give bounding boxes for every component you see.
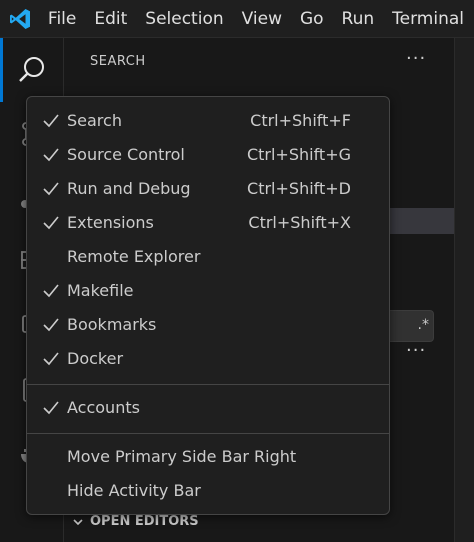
menu-file[interactable]: File: [40, 0, 86, 38]
menu-item-label: Bookmarks: [67, 315, 157, 334]
menu-item-label: Accounts: [67, 398, 140, 417]
vscode-logo-icon: [0, 0, 40, 38]
menu-go[interactable]: Go: [292, 0, 334, 38]
menu-item-label: Search: [67, 111, 122, 130]
menu-item-shortcut: Ctrl+Shift+G: [246, 145, 351, 164]
check-icon: [43, 318, 59, 332]
editor-area: [454, 38, 474, 542]
menu-item-label: Docker: [67, 349, 124, 368]
menu-item-label: Extensions: [67, 213, 154, 232]
menu-item-accounts[interactable]: Accounts: [31, 392, 385, 424]
menu-item-extensions[interactable]: Extensions Ctrl+Shift+X: [31, 207, 385, 239]
check-icon: [43, 284, 59, 298]
menu-item-search[interactable]: Search Ctrl+Shift+F: [31, 105, 385, 137]
activity-search[interactable]: [0, 38, 64, 102]
regex-icon: .*: [417, 317, 429, 333]
menu-item-move-side-bar[interactable]: Move Primary Side Bar Right: [31, 441, 385, 473]
menu-item-run-debug[interactable]: Run and Debug Ctrl+Shift+D: [31, 173, 385, 205]
menu-item-remote-explorer[interactable]: Remote Explorer: [31, 241, 385, 273]
menu-terminal[interactable]: Terminal: [384, 0, 474, 38]
menu-item-label: Run and Debug: [67, 179, 191, 198]
more-actions-icon[interactable]: ···: [406, 340, 426, 361]
menu-selection[interactable]: Selection: [137, 0, 233, 38]
menu-view[interactable]: View: [234, 0, 292, 38]
menu-item-label: Hide Activity Bar: [67, 481, 201, 500]
check-icon: [43, 352, 59, 366]
menu-item-label: Source Control: [67, 145, 185, 164]
title-bar: File Edit Selection View Go Run Terminal: [0, 0, 474, 38]
menu-item-label: Makefile: [67, 281, 134, 300]
menu-edit[interactable]: Edit: [86, 0, 137, 38]
check-icon: [43, 216, 59, 230]
menu-item-label: Move Primary Side Bar Right: [67, 447, 297, 466]
menu-item-source-control[interactable]: Source Control Ctrl+Shift+G: [31, 139, 385, 171]
menu-separator: [27, 384, 389, 385]
menu-item-label: Remote Explorer: [67, 247, 201, 266]
check-icon: [43, 114, 59, 128]
menu-item-makefile[interactable]: Makefile: [31, 275, 385, 307]
sidebar-title: SEARCH: [90, 54, 146, 69]
menu-item-bookmarks[interactable]: Bookmarks: [31, 309, 385, 341]
more-actions-icon[interactable]: ···: [406, 48, 426, 69]
menu-item-shortcut: Ctrl+Shift+D: [247, 179, 351, 198]
check-icon: [43, 401, 59, 415]
menu-bar: File Edit Selection View Go Run Terminal: [40, 0, 474, 38]
menu-item-docker[interactable]: Docker: [31, 343, 385, 375]
menu-item-shortcut: Ctrl+Shift+X: [248, 213, 351, 232]
search-icon: [19, 57, 44, 82]
open-editors-label: OPEN EDITORS: [90, 514, 199, 529]
menu-item-hide-activity-bar[interactable]: Hide Activity Bar: [31, 475, 385, 507]
menu-separator: [27, 433, 389, 434]
chevron-down-icon: [73, 518, 83, 525]
check-icon: [43, 182, 59, 196]
activity-bar-context-menu: Search Ctrl+Shift+F Source Control Ctrl+…: [26, 96, 390, 515]
open-editors-header[interactable]: OPEN EDITORS: [72, 514, 199, 529]
menu-item-shortcut: Ctrl+Shift+F: [250, 111, 351, 130]
active-indicator: [0, 38, 3, 102]
menu-run[interactable]: Run: [334, 0, 385, 38]
check-icon: [43, 148, 59, 162]
